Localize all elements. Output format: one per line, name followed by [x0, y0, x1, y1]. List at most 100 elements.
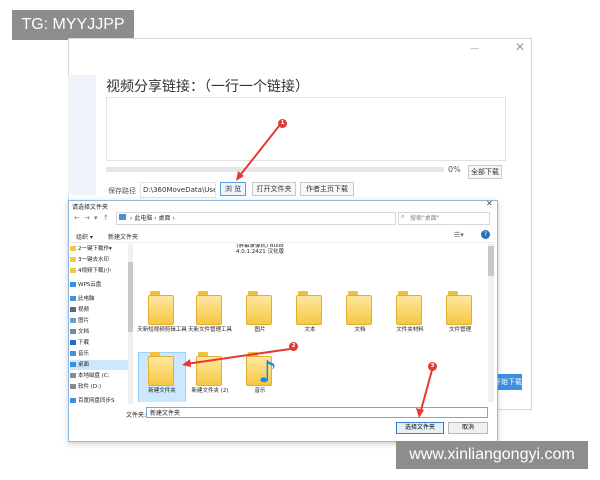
folder-label: 文档	[354, 327, 366, 333]
nav-item[interactable]: 2一键下载作▾	[70, 244, 128, 254]
folder-item[interactable]: 文件夹材料	[384, 291, 436, 353]
folder-item[interactable]: 剪好的视频	[334, 244, 386, 286]
folder-label: 文件夹材料	[396, 327, 424, 333]
folder-item[interactable]: 文件管理	[434, 291, 484, 353]
minimize-icon[interactable]: —	[470, 44, 480, 54]
browse-button[interactable]: 浏 览	[220, 182, 246, 196]
organize-menu[interactable]: 组织 ▾	[76, 232, 93, 241]
folder-icon	[196, 356, 222, 386]
navigation-pane: 2一键下载作▾ 3一键去水印 4视频下载(小 WPS云盘此电脑视频图片 文档下载音乐桌面…	[70, 244, 128, 404]
breadcrumb-item[interactable]: 此电脑	[134, 215, 152, 222]
folder-item[interactable]: 10086	[136, 244, 188, 286]
watermark-top: TG: MYYJJPP	[12, 10, 134, 40]
folder-item[interactable]: 天新短视频剪辑工具	[136, 291, 188, 353]
doc-icon	[70, 329, 76, 334]
download-icon	[70, 340, 76, 345]
download-all-button[interactable]: 全部下载	[468, 165, 502, 179]
cloud-icon	[70, 282, 76, 287]
video-icon	[70, 307, 76, 312]
new-folder-button[interactable]: 新建文件夹	[108, 232, 138, 241]
folder-icon	[70, 246, 76, 251]
nav-item[interactable]: 音乐	[70, 349, 128, 359]
pc-icon	[70, 296, 76, 301]
nav-scroll-thumb[interactable]	[128, 262, 133, 332]
view-options-icon[interactable]: ☰▾	[454, 231, 464, 239]
folder-icon	[70, 257, 76, 262]
up-arrow-icon[interactable]: ↑	[103, 214, 109, 222]
nav-item-label: 本地磁盘 (C:	[78, 373, 110, 379]
recent-chevron-icon[interactable]: ▾	[94, 214, 98, 222]
nav-item-label: 音乐	[78, 351, 90, 357]
folder-name-input[interactable]: 新建文件夹	[146, 407, 488, 418]
nav-item[interactable]: 百度网盘同步S	[70, 396, 128, 404]
folder-icon	[446, 295, 472, 325]
folder-label: 天新文件管理工具	[187, 327, 232, 333]
save-path-input[interactable]: D:\360MoveData\Users\	[140, 182, 216, 198]
forward-arrow-icon[interactable]: →	[84, 214, 90, 222]
watermark-bottom: www.xinliangongyi.com	[396, 441, 588, 469]
start-download-button[interactable]: 开始下载	[494, 374, 522, 390]
music-icon	[70, 351, 76, 356]
annotation-badge-3: 3	[428, 362, 437, 371]
nav-item[interactable]: 桌面	[70, 360, 128, 370]
folder-label: 图片	[254, 327, 266, 333]
save-path-label: 保存路径	[108, 187, 136, 195]
file-list: 1008617922BB FlashBack Pro(屏幕录像机) Build …	[136, 244, 484, 402]
folder-icon	[246, 295, 272, 325]
nav-item-label: 此电脑	[78, 296, 95, 302]
progress-bar	[106, 167, 444, 172]
nav-item[interactable]: 3一键去水印	[70, 255, 128, 265]
nav-item[interactable]: WPS云盘	[70, 280, 128, 290]
music-note-icon: ♪	[258, 355, 278, 390]
nav-item[interactable]: 图片	[70, 316, 128, 326]
nav-item[interactable]: 软件 (D:)	[70, 382, 128, 392]
progress-text: 0%	[448, 165, 461, 174]
nav-item-label: WPS云盘	[78, 282, 102, 288]
nav-item[interactable]: 4视频下载(小	[70, 266, 128, 276]
breadcrumb-item[interactable]: 桌面	[159, 215, 171, 222]
nav-item[interactable]: 本地磁盘 (C:	[70, 371, 128, 381]
folder-item[interactable]: BB FlashBack Pro(屏幕录像机) Build 4.0.1.2421…	[234, 244, 286, 286]
folder-icon	[148, 295, 174, 325]
nav-item[interactable]: 此电脑	[70, 294, 128, 304]
folder-item[interactable]: 新建文件夹 (2)	[184, 352, 236, 402]
folder-item[interactable]: 背景图	[284, 244, 336, 286]
nav-item-label: 软件 (D:)	[78, 384, 102, 390]
nav-item-label: 下载	[78, 340, 90, 346]
cancel-button[interactable]: 取消	[448, 422, 488, 434]
folder-item[interactable]: 天新文件管理工具	[184, 291, 236, 353]
link-input-title: 视频分享链接：（一行一个链接）	[106, 79, 309, 95]
folder-item[interactable]: 新建文件夹	[136, 352, 188, 402]
folder-icon	[346, 295, 372, 325]
folder-label: 文本	[304, 327, 316, 333]
breadcrumb[interactable]: › 此电脑 › 桌面 ›	[130, 213, 175, 222]
nav-item[interactable]: 下载	[70, 338, 128, 348]
help-icon[interactable]: ?	[481, 230, 490, 239]
nav-item-label: 桌面	[78, 362, 90, 368]
file-scroll-thumb[interactable]	[488, 246, 494, 276]
folder-icon	[396, 295, 422, 325]
folder-item[interactable]: 视频素材	[384, 244, 436, 286]
folder-icon	[148, 356, 174, 386]
folder-label: 新建文件夹	[148, 388, 176, 394]
image-icon	[70, 318, 76, 323]
link-textarea[interactable]	[106, 97, 506, 161]
back-arrow-icon[interactable]: ←	[74, 214, 80, 222]
nav-item-label: 2一键下载作▾	[78, 246, 112, 252]
folder-item[interactable]: 17922	[184, 244, 236, 286]
author-download-button[interactable]: 作者主页下载	[300, 182, 354, 196]
folder-item[interactable]: 图片	[234, 291, 286, 353]
folder-item[interactable]: 天食旅游短视	[434, 244, 484, 286]
folder-icon	[70, 268, 76, 273]
nav-item[interactable]: 视频	[70, 305, 128, 315]
folder-item[interactable]: 文档	[334, 291, 386, 353]
nav-item[interactable]: 文档	[70, 327, 128, 337]
close-icon[interactable]: ✕	[515, 40, 525, 54]
nav-item-label: 视频	[78, 307, 90, 313]
folder-name-label: 文件夹:	[126, 412, 147, 419]
dialog-title: 请选择文件夹	[72, 204, 109, 211]
dialog-close-icon[interactable]: ✕	[486, 199, 493, 208]
select-folder-button[interactable]: 选择文件夹	[396, 422, 444, 434]
folder-label: 天新短视频剪辑工具	[137, 327, 187, 333]
open-folder-button[interactable]: 打开文件夹	[252, 182, 296, 196]
